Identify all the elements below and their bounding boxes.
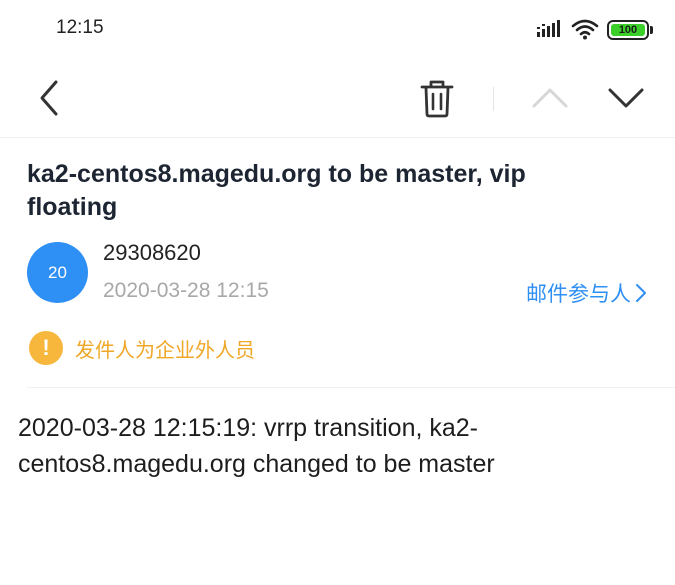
sender-avatar[interactable]: 20 — [27, 242, 88, 303]
next-mail-button[interactable] — [606, 82, 646, 114]
battery-icon: 100 — [607, 20, 653, 40]
exclamation-icon: ! — [29, 331, 63, 365]
signal-icon — [537, 20, 560, 37]
back-button[interactable] — [32, 78, 66, 118]
wifi-icon — [571, 19, 599, 40]
mail-participants-link[interactable]: 邮件参与人 — [526, 278, 647, 308]
toolbar-divider — [493, 87, 494, 111]
previous-mail-button[interactable] — [530, 82, 570, 114]
sent-time: 2020-03-28 12:15 — [103, 279, 269, 302]
battery-level: 100 — [611, 24, 645, 36]
warning-text: 发件人为企业外人员 — [75, 337, 255, 362]
back-icon — [40, 80, 58, 116]
external-sender-warning: ! 发件人为企业外人员 — [29, 331, 255, 365]
divider — [27, 387, 675, 388]
sender-name[interactable]: 29308620 — [103, 240, 201, 266]
status-time: 12:15 — [56, 17, 104, 38]
mail-subject: ka2-centos8.magedu.org to be master, vip… — [27, 160, 526, 221]
chevron-up-icon — [532, 88, 568, 108]
status-bar: 12:15 100 — [0, 0, 675, 60]
chevron-down-icon — [608, 88, 644, 108]
mail-body: 2020-03-28 12:15:19: vrrp transition, ka… — [18, 414, 495, 478]
mail-toolbar — [0, 60, 675, 138]
delete-button[interactable] — [418, 78, 456, 120]
participants-label: 邮件参与人 — [526, 282, 631, 306]
chevron-right-icon — [636, 284, 646, 302]
trash-icon — [420, 80, 454, 118]
